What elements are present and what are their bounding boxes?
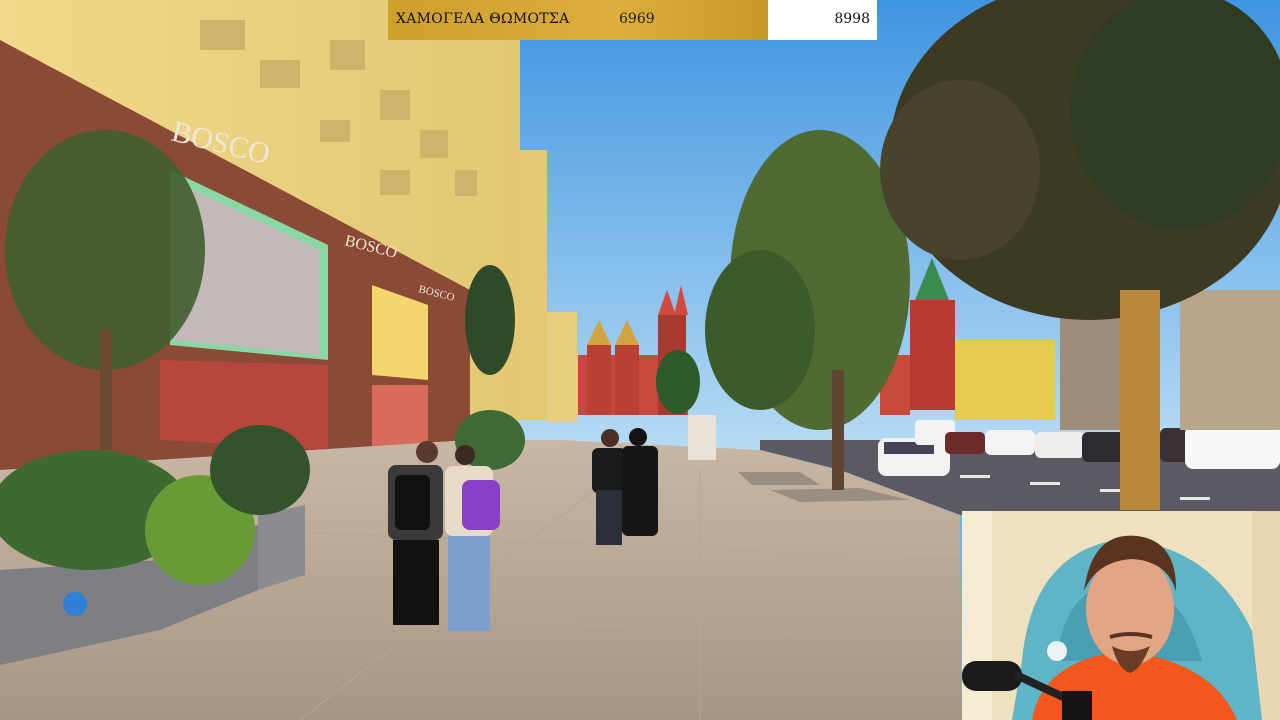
counter-title: ΧΑΜΟΓΕΛΑ ΘΩΜΟΤΣΑ — [396, 11, 570, 27]
streamer-webcam — [962, 511, 1280, 720]
shop-window — [372, 385, 428, 448]
webcam-feed — [962, 511, 1280, 720]
counter-goal-section: 8998 — [768, 0, 877, 40]
distant-building — [547, 312, 577, 422]
kiosk — [688, 415, 716, 460]
planter-sticker — [63, 592, 87, 616]
counter-progress-section: ΧΑΜΟΓΕΛΑ ΘΩΜΟΤΣΑ 6969 — [388, 0, 768, 40]
counter-current-value: 6969 — [619, 11, 655, 27]
distant-building — [515, 150, 547, 420]
right-building — [1180, 290, 1280, 430]
donation-counter-overlay: ΧΑΜΟΓΕΛΑ ΘΩΜΟΤΣΑ 6969 8998 — [388, 0, 877, 40]
counter-goal-value: 8998 — [834, 11, 870, 27]
